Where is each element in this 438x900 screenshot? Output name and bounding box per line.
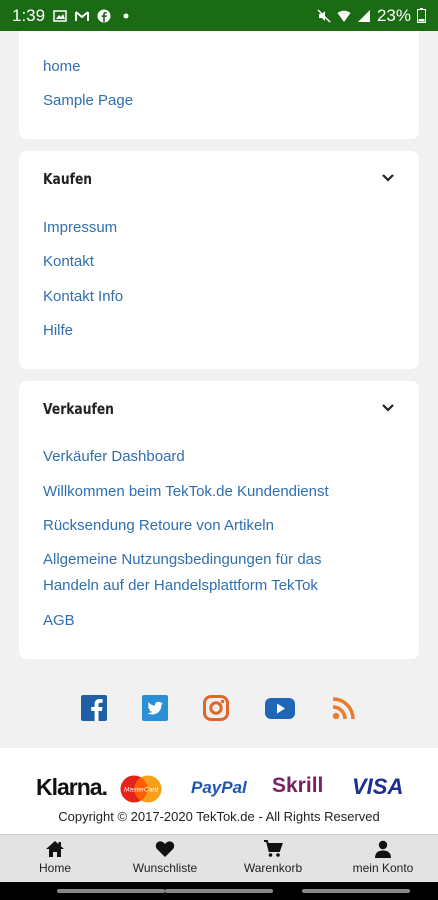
section-title-kaufen: Kaufen [43,170,93,188]
cart-icon [264,840,283,857]
link-agb[interactable]: AGB [43,612,75,629]
heart-icon [155,841,175,857]
chevron-down-icon[interactable] [381,171,395,185]
system-home-handle[interactable] [165,889,273,893]
link-impressum[interactable]: Impressum [43,219,117,236]
rss-icon[interactable] [330,694,358,722]
svg-text:MasterCard: MasterCard [124,787,158,794]
nav-account-label: mein Konto [352,861,414,875]
image-icon [53,9,67,22]
battery-level: 23% [376,5,411,25]
paypal-logo: PayPal [191,778,247,797]
copyright-text: Copyright © 2017-2020 TekTok.de - All Ri… [58,809,380,824]
card-kaufen: Kaufen Impressum Kontakt Kontakt Info Hi… [19,151,419,369]
instagram-icon[interactable] [202,694,230,722]
link-nutzungsbedingungen-line2[interactable]: Handeln auf der Handelsplattform TekTok [43,577,318,594]
nav-wishlist-label: Wunschliste [132,861,198,875]
section-title-verkaufen: Verkaufen [43,400,114,418]
payment-methods: Klarna. MasterCard PayPal Skrill VISA Co… [0,748,438,834]
nav-home-label: Home [38,861,71,875]
youtube-icon[interactable] [264,694,296,722]
status-time: 1:39 [12,5,46,25]
twitter-icon[interactable] [141,694,169,722]
dot-icon [123,13,129,18]
home-icon [46,841,64,857]
card-pages: home Sample Page [19,31,419,139]
link-home[interactable]: home [43,58,81,75]
link-ruecksendung[interactable]: Rücksendung Retoure von Artikeln [43,517,274,534]
mastercard-logo: MasterCard [117,774,165,804]
klarna-logo: Klarna. [36,774,108,800]
wifi-icon [337,10,351,22]
system-recents-handle[interactable] [302,889,410,893]
visa-logo: VISA [352,774,404,799]
signal-icon [357,9,370,22]
nav-wishlist[interactable]: Wunschliste [110,835,220,883]
link-sample-page[interactable]: Sample Page [43,92,133,109]
status-bar: 1:39 23% [0,0,438,31]
card-verkaufen: Verkaufen Verkäufer Dashboard Willkommen… [19,381,419,659]
social-links [0,694,438,726]
nav-cart-label: Warenkorb [243,861,303,875]
link-kundendienst[interactable]: Willkommen beim TekTok.de Kundendienst [43,483,329,500]
battery-icon [417,8,426,23]
bottom-nav: Home Wunschliste Warenkorb mein Konto [0,834,438,882]
system-nav-bar [0,882,438,900]
link-kontakt[interactable]: Kontakt [43,253,94,270]
mute-icon [317,8,331,23]
user-icon [375,840,391,858]
link-nutzungsbedingungen[interactable]: Allgemeine Nutzungsbedingungen für das [43,551,322,568]
nav-cart[interactable]: Warenkorb [218,835,328,883]
chevron-down-icon[interactable] [381,401,395,415]
nav-home[interactable]: Home [0,835,110,883]
nav-account[interactable]: mein Konto [328,835,438,883]
skrill-logo: Skrill [272,774,324,797]
system-back-handle[interactable] [57,889,165,893]
link-verkaeufer-dashboard[interactable]: Verkäufer Dashboard [43,448,185,465]
facebook-status-icon [97,9,111,22]
mail-icon [75,10,90,21]
link-kontakt-info[interactable]: Kontakt Info [43,288,123,305]
facebook-icon[interactable] [80,694,108,722]
link-hilfe[interactable]: Hilfe [43,322,73,339]
